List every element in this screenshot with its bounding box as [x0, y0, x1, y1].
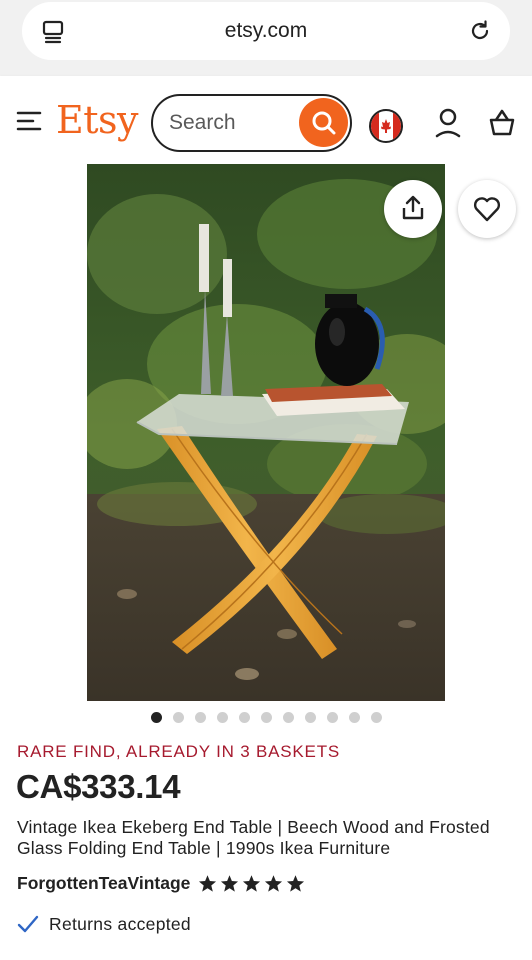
heart-icon	[473, 197, 501, 222]
url-text[interactable]: etsy.com	[22, 2, 510, 60]
address-bar[interactable]: etsy.com	[22, 2, 510, 60]
menu-icon[interactable]	[16, 110, 42, 132]
canada-flag-icon[interactable]	[369, 109, 403, 143]
etsy-logo[interactable]: Etsy	[56, 98, 138, 142]
carousel-dot[interactable]	[194, 712, 206, 723]
favorite-button[interactable]	[458, 180, 516, 238]
star-icon	[265, 874, 283, 892]
star-icon	[199, 874, 217, 892]
carousel-dot[interactable]	[172, 712, 184, 723]
carousel-dot[interactable]	[304, 712, 316, 723]
search-icon	[312, 111, 336, 135]
reload-icon[interactable]	[468, 19, 492, 43]
carousel-dot[interactable]	[282, 712, 294, 723]
cart-icon[interactable]	[488, 108, 516, 136]
product-gallery	[0, 164, 532, 702]
star-icon	[287, 874, 305, 892]
star-icon	[221, 874, 239, 892]
search-input[interactable]	[169, 108, 289, 138]
image-carousel-dots	[0, 712, 532, 726]
shop-name[interactable]: ForgottenTeaVintage	[17, 873, 190, 894]
share-icon	[402, 195, 424, 220]
price: CA$333.14	[16, 768, 181, 805]
product-image[interactable]	[87, 164, 445, 701]
urgency-message: RARE FIND, ALREADY IN 3 BASKETS	[17, 742, 341, 761]
share-button[interactable]	[384, 180, 442, 238]
carousel-dot[interactable]	[238, 712, 250, 723]
returns-row: Returns accepted	[17, 912, 191, 936]
browser-bar: etsy.com	[0, 0, 532, 76]
carousel-dot[interactable]	[260, 712, 272, 723]
listing-title: Vintage Ikea Ekeberg End Table | Beech W…	[17, 817, 490, 858]
returns-text: Returns accepted	[49, 913, 191, 934]
rating-stars	[198, 874, 305, 893]
carousel-dot[interactable]	[370, 712, 382, 723]
carousel-dot[interactable]	[326, 712, 338, 723]
carousel-dot[interactable]	[150, 712, 162, 723]
search-box	[151, 94, 352, 152]
user-icon[interactable]	[434, 108, 462, 138]
star-icon	[243, 874, 261, 892]
site-header: Etsy	[0, 76, 532, 164]
check-icon	[17, 915, 39, 933]
shop-row: ForgottenTeaVintage	[17, 872, 305, 894]
carousel-dot[interactable]	[348, 712, 360, 723]
carousel-dot[interactable]	[216, 712, 228, 723]
search-button[interactable]	[299, 98, 348, 147]
